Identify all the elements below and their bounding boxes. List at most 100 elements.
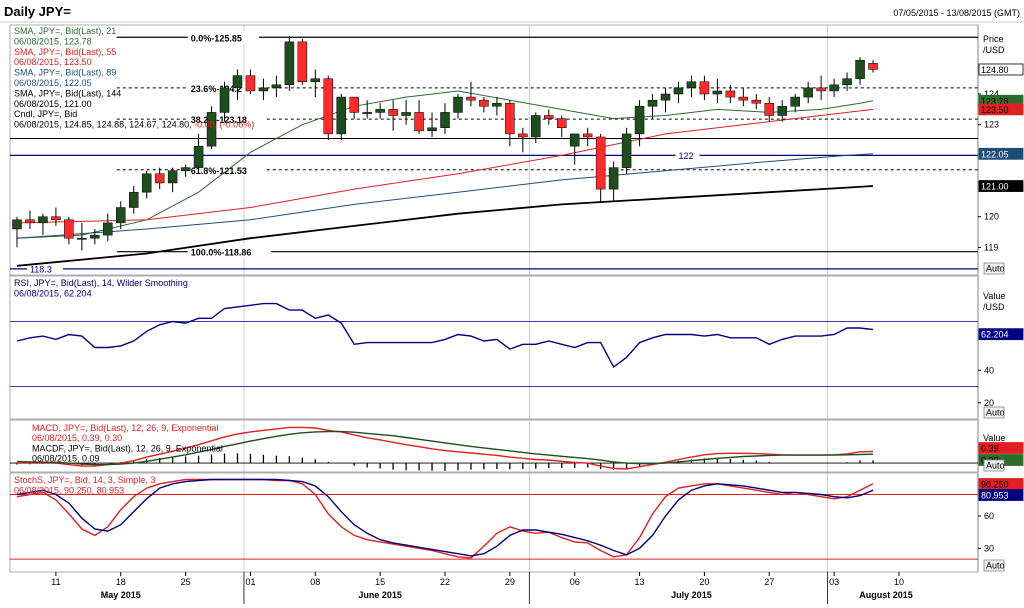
- chart-canvas: Daily JPY= 07/05/2015 - 13/08/2015 (GMT)…: [0, 0, 1024, 608]
- candle-up: [336, 96, 346, 135]
- price-axis-unit: /USD: [983, 45, 1005, 55]
- candle-up: [440, 112, 450, 129]
- price-legend-entry: 06/08/2015, 122.05: [14, 78, 92, 88]
- candle-down: [764, 102, 775, 116]
- price-legend-entry: 06/08/2015, 121.00: [14, 99, 92, 109]
- candle-down: [582, 133, 593, 138]
- auto-button-label: Auto: [986, 561, 1005, 571]
- macd-legend-entry: MACDF, JPY=, Bid(Last), 12, 26, 9, Expon…: [32, 443, 223, 453]
- price-badge-label: 122.05: [981, 149, 1009, 159]
- candle-down: [699, 81, 710, 95]
- candle-up: [258, 87, 269, 92]
- price-legend-segment: -0.08, (-0.06%): [194, 120, 254, 130]
- chart-title: Daily JPY=: [4, 4, 71, 19]
- x-tick-label: 08: [310, 577, 320, 587]
- candle-down: [479, 99, 489, 107]
- candle-down: [64, 219, 74, 239]
- auto-button-label: Auto: [986, 461, 1005, 471]
- price-legend-entry: SMA, JPY=, Bid(Last), 89: [14, 68, 116, 78]
- x-tick-label: 25: [181, 577, 191, 587]
- candle-down: [349, 96, 359, 113]
- month-label: May 2015: [101, 590, 141, 600]
- auto-button-label: Auto: [986, 408, 1005, 418]
- candle-down: [25, 219, 35, 224]
- x-tick-label: 15: [375, 577, 385, 587]
- price-legend-entry: SMA, JPY=, Bid(Last), 55: [14, 47, 116, 57]
- price-legend-entry: 06/08/2015, 124.85, 124.88, 124.67, 124.…: [14, 120, 254, 130]
- candle-down: [816, 87, 826, 92]
- candle-up: [193, 145, 204, 168]
- stoch-badge-label: 90.250: [981, 480, 1009, 490]
- candle-up: [401, 112, 411, 116]
- candle-up: [77, 237, 87, 240]
- macd-axis-label: Value: [983, 433, 1005, 443]
- candle-up: [128, 191, 139, 208]
- fib-label: 100.0%-118.86: [191, 248, 252, 258]
- candle-up: [167, 170, 178, 184]
- stoch-legend-entry: 06/08/2015, 90.250, 80.953: [14, 485, 124, 495]
- x-tick-label: 29: [505, 577, 515, 587]
- price-badge-label: 124.80: [981, 65, 1009, 75]
- candle-up: [90, 234, 100, 239]
- candle-up: [712, 90, 723, 95]
- rsi-badge-label: 62.204: [981, 330, 1009, 340]
- candle-down: [51, 216, 61, 221]
- rsi-legend-entry: 06/08/2015, 62.204: [14, 288, 92, 298]
- auto-button-label: Auto: [986, 264, 1005, 274]
- x-tick-label: 20: [699, 577, 709, 587]
- x-tick-label: 22: [440, 577, 450, 587]
- price-legend-entry: SMA, JPY=, Bid(Last), 21: [14, 26, 116, 36]
- x-tick-label: 03: [829, 577, 839, 587]
- x-tick-label: 27: [764, 577, 774, 587]
- candle-up: [686, 81, 697, 89]
- candle-up: [103, 222, 113, 236]
- x-tick-label: 11: [51, 577, 60, 587]
- month-label: June 2015: [358, 590, 402, 600]
- candle-up: [232, 75, 243, 89]
- x-tick-label: 01: [245, 577, 255, 587]
- candle-up: [569, 133, 580, 147]
- candle-up: [647, 99, 658, 107]
- candle-up: [855, 60, 865, 79]
- x-tick-label: 13: [635, 577, 645, 587]
- candle-up: [842, 78, 852, 86]
- x-tick-label: 10: [894, 577, 904, 587]
- candle-up: [492, 102, 502, 107]
- candle-up: [621, 133, 632, 168]
- candle-down: [297, 41, 308, 82]
- candle-up: [362, 112, 372, 114]
- rsi-axis-unit: /USD: [983, 302, 1005, 312]
- price-tick-label: 120: [984, 212, 999, 222]
- price-legend-entry: 06/08/2015, 123.50: [14, 57, 92, 67]
- x-tick-label: 18: [116, 577, 126, 587]
- price-axis-label: Price: [983, 34, 1004, 44]
- candle-up: [38, 216, 48, 224]
- stoch-legend-entry: StochS, JPY=, Bid, 14, 3, Simple, 3: [14, 475, 155, 485]
- stoch-badge-label: 80.953: [981, 491, 1009, 501]
- candle-up: [660, 93, 671, 101]
- price-tick-label: 123: [984, 120, 999, 130]
- candle-down: [245, 75, 256, 92]
- candle-down: [466, 96, 476, 101]
- level-label: 118.3: [30, 264, 52, 274]
- candle-down: [751, 99, 762, 104]
- macd-badge-label: 0.39: [981, 444, 999, 454]
- rsi-legend-entry: RSI, JPY=, Bid(Last), 14, Wilder Smoothi…: [14, 278, 188, 288]
- price-legend-entry: SMA, JPY=, Bid(Last), 144: [14, 88, 121, 98]
- price-badge-label: 123.50: [981, 105, 1009, 115]
- candle-up: [634, 106, 645, 135]
- candle-up: [12, 219, 22, 230]
- candle-up: [310, 78, 321, 82]
- x-tick-label: 06: [570, 577, 580, 587]
- rsi-tick-label: 20: [984, 398, 994, 408]
- price-legend-entry: Cndl, JPY=, Bid: [14, 109, 77, 119]
- candle-down: [414, 112, 424, 132]
- candle-up: [790, 96, 800, 107]
- candle-up: [284, 41, 295, 86]
- macd-legend-entry: MACD, JPY=, Bid(Last), 12, 26, 9, Expone…: [32, 423, 218, 433]
- candle-down: [154, 173, 165, 184]
- macd-legend-entry: 06/08/2015, 0.09: [32, 454, 100, 464]
- candle-down: [725, 90, 736, 98]
- price-badge-label: 121.00: [981, 182, 1009, 192]
- candle-down: [323, 78, 334, 135]
